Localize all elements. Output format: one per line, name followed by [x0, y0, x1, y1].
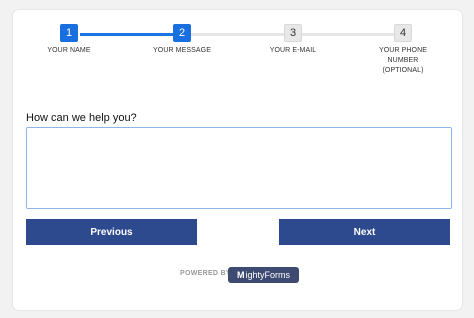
progress-stepper: 1 YOUR NAME 2 YOUR MESSAGE 3 YOUR E-MAIL… — [0, 0, 474, 90]
logo-mark: M — [236, 270, 245, 280]
step-number: 2 — [173, 24, 191, 42]
step-number: 1 — [60, 24, 78, 42]
step-your-email: 3 YOUR E-MAIL — [253, 24, 333, 56]
step-label: YOUR MESSAGE — [153, 47, 211, 54]
logo-wordmark: ightyForms — [245, 270, 290, 280]
powered-by-label: POWERED BY — [180, 270, 231, 277]
step-label: YOUR PHONE NUMBER (OPTIONAL) — [378, 47, 428, 74]
next-button[interactable]: Next — [279, 219, 450, 245]
step-your-message: 2 YOUR MESSAGE — [142, 24, 222, 56]
step-your-phone-number: 4 YOUR PHONE NUMBER (OPTIONAL) — [371, 24, 435, 76]
step-number: 4 — [394, 24, 412, 42]
question-label: How can we help you? — [26, 112, 137, 124]
step-your-name: 1 YOUR NAME — [29, 24, 109, 56]
mightyforms-logo[interactable]: MightyForms — [228, 267, 299, 283]
step-label: YOUR NAME — [47, 47, 91, 54]
step-number: 3 — [284, 24, 302, 42]
message-textarea[interactable] — [26, 127, 452, 209]
previous-button[interactable]: Previous — [26, 219, 197, 245]
step-label: YOUR E-MAIL — [269, 47, 317, 54]
